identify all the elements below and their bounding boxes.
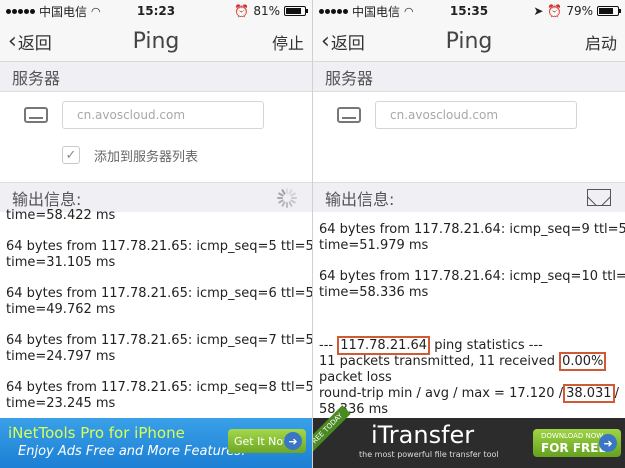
status-bar: 中国电信 ◠ 15:23 ⏰ 81% <box>0 0 312 22</box>
back-button[interactable]: ‹ 返回 <box>0 29 52 54</box>
battery-percent: 79% <box>566 4 593 18</box>
alarm-icon: ⏰ <box>234 4 250 18</box>
stats-transmitted: 11 packets transmitted, 11 received <box>319 354 560 369</box>
output-log: time=58.422 ms 64 bytes from 117.78.21.6… <box>0 208 312 412</box>
spinner-icon <box>276 187 298 209</box>
log-line: 64 bytes from 117.78.21.65: icmp_seq=6 t… <box>6 286 312 301</box>
signal-icon <box>319 8 348 14</box>
stats-suffix: ping statistics --- <box>430 338 543 353</box>
battery-icon <box>284 6 308 16</box>
battery-icon <box>597 6 621 16</box>
output-section-header: 输出信息: <box>313 182 625 212</box>
mail-icon[interactable] <box>587 189 611 206</box>
ad-banner[interactable]: FREE TODAY iTransfer the most powerful f… <box>313 405 625 468</box>
log-line: 64 bytes from 117.78.21.65: icmp_seq=5 t… <box>6 239 312 254</box>
server-input[interactable] <box>62 101 264 129</box>
left-screen: 中国电信 ◠ 15:23 ⏰ 81% ‹ 返回 Ping 停止 服务器 ✓ 添加… <box>0 0 312 468</box>
ping-statistics: --- 117.78.21.64 ping statistics --- 11 … <box>319 336 619 418</box>
status-bar: 中国电信 ◠ 15:35 ➤ ⏰ 79% <box>313 0 625 22</box>
server-disk-icon <box>337 107 361 123</box>
log-line: time=58.336 ms <box>319 285 429 300</box>
add-to-list-label: 添加到服务器列表 <box>94 149 199 165</box>
spinner-spoke <box>291 196 297 199</box>
log-line: time=31.105 ms <box>6 255 116 270</box>
log-line: 64 bytes from 117.78.21.65: icmp_seq=8 t… <box>6 380 312 395</box>
checkmark-icon: ✓ <box>65 147 77 163</box>
log-line: 64 bytes from 117.78.21.64: icmp_seq=10 … <box>319 269 625 284</box>
output-header-label: 输出信息: <box>325 189 395 209</box>
ad-title: iNetTools Pro for iPhone <box>8 424 185 442</box>
nav-bar: ‹ 返回 Ping 停止 <box>0 22 312 62</box>
log-line: time=58.422 ms <box>6 208 116 223</box>
log-entry: 64 bytes from 117.78.21.64: icmp_seq=9 t… <box>319 222 625 254</box>
log-line: time=49.762 ms <box>6 302 116 317</box>
output-log: 64 bytes from 117.78.21.64: icmp_seq=9 t… <box>313 222 625 418</box>
server-disk-icon <box>24 107 48 123</box>
log-entry: 64 bytes from 117.78.21.65: icmp_seq=6 t… <box>6 286 312 318</box>
stats-loss: 0.00% <box>559 352 607 371</box>
log-entry: 64 bytes from 117.78.21.65: icmp_seq=7 t… <box>6 333 312 365</box>
nav-bar: ‹ 返回 Ping 启动 <box>313 22 625 62</box>
server-section-header: 服务器 <box>313 62 625 92</box>
carrier-label: 中国电信 <box>352 4 401 19</box>
stats-prefix: --- <box>319 338 338 353</box>
stats-rtt: round-trip min / avg / max = 17.120 / <box>319 386 564 401</box>
back-button[interactable]: ‹ 返回 <box>313 29 365 54</box>
server-input[interactable] <box>375 101 577 129</box>
download-button[interactable]: DOWNLOAD NOW FOR FREE! ➜ <box>533 429 621 457</box>
battery-percent: 81% <box>253 4 280 18</box>
stats-avg: 38.031 <box>563 384 615 403</box>
chevron-left-icon: ‹ <box>8 28 17 54</box>
wifi-icon: ◠ <box>404 4 414 18</box>
log-entry: 64 bytes from 117.78.21.65: icmp_seq=8 t… <box>6 380 312 412</box>
right-screen: 中国电信 ◠ 15:35 ➤ ⏰ 79% ‹ 返回 Ping 启动 服务器 输出 <box>313 0 625 468</box>
stats-rtt-suffix: / <box>614 386 619 401</box>
log-entry: 64 bytes from 117.78.21.65: icmp_seq=5 t… <box>6 239 312 271</box>
log-entry: time=58.422 ms <box>6 208 306 224</box>
location-icon: ➤ <box>533 4 544 18</box>
stop-button[interactable]: 停止 <box>272 30 312 54</box>
cta-small-label: DOWNLOAD NOW <box>541 432 604 440</box>
server-row <box>313 92 625 138</box>
stats-max: 58.336 ms <box>319 402 389 417</box>
spinner-spoke <box>286 201 288 208</box>
arrow-right-icon: ➜ <box>284 432 302 450</box>
start-button[interactable]: 启动 <box>585 30 625 54</box>
add-to-list-row[interactable]: ✓ 添加到服务器列表 <box>0 138 312 172</box>
ad-subtitle: Enjoy Ads Free and More Features! <box>18 444 247 459</box>
log-line: time=24.797 ms <box>6 349 116 364</box>
log-line: 64 bytes from 117.78.21.64: icmp_seq=9 t… <box>319 222 625 237</box>
log-line: time=51.979 ms <box>319 238 429 253</box>
ad-banner[interactable]: iNetTools Pro for iPhone Enjoy Ads Free … <box>0 418 312 468</box>
log-entry: 64 bytes from 117.78.21.64: icmp_seq=10 … <box>319 269 625 301</box>
ad-tagline: the most powerful file transfer tool <box>359 450 499 459</box>
arrow-right-icon: ➜ <box>599 434 617 452</box>
back-label: 返回 <box>17 34 52 54</box>
get-it-now-button[interactable]: Get It Now! ➜ <box>228 429 306 453</box>
ad-brand: iTransfer <box>371 421 475 449</box>
output-header-label: 输出信息: <box>12 189 82 209</box>
log-line: time=23.245 ms <box>6 396 116 411</box>
back-label: 返回 <box>330 34 365 54</box>
server-section-header: 服务器 <box>0 62 312 92</box>
carrier-label: 中国电信 <box>39 4 88 19</box>
add-to-list-checkbox[interactable]: ✓ <box>62 146 80 164</box>
chevron-left-icon: ‹ <box>321 28 330 54</box>
stats-ip: 117.78.21.64 <box>337 336 431 355</box>
server-row <box>0 92 312 138</box>
log-line: 64 bytes from 117.78.21.65: icmp_seq=7 t… <box>6 333 312 348</box>
wifi-icon: ◠ <box>91 4 101 18</box>
alarm-icon: ⏰ <box>547 4 563 18</box>
signal-icon <box>6 8 35 14</box>
